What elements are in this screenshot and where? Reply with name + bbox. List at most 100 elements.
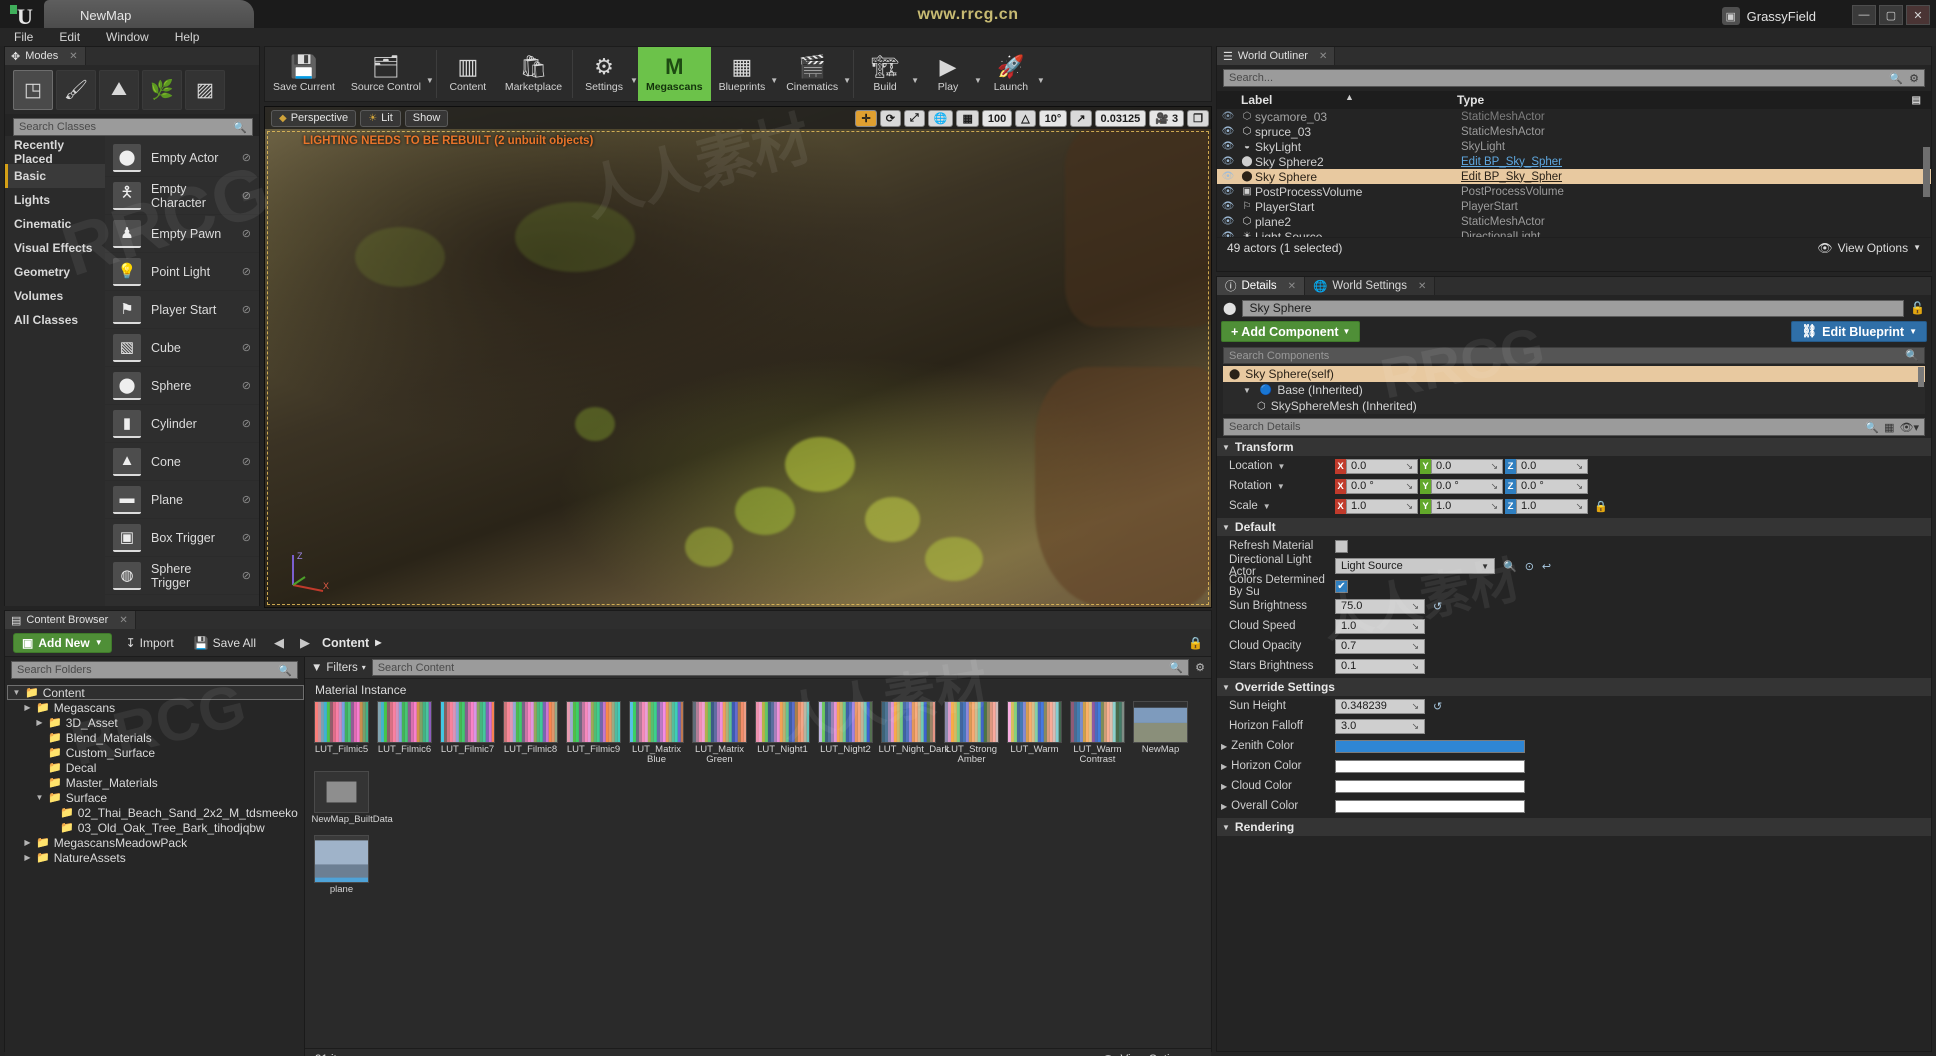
number-stars-brightness[interactable]: 0.1 ↘ bbox=[1335, 658, 1425, 674]
paint-mode-icon[interactable]: 🖌 bbox=[56, 70, 96, 110]
place-item-point-light[interactable]: 💡 Point Light ⊘ bbox=[105, 253, 259, 291]
close-icon[interactable]: ✕ bbox=[1288, 281, 1296, 292]
place-item-empty-character[interactable]: 🯅 Empty Character ⊘ bbox=[105, 177, 259, 215]
chevron-down-icon[interactable]: ▼ bbox=[911, 76, 919, 85]
place-item-empty-pawn[interactable]: ♟ Empty Pawn ⊘ bbox=[105, 215, 259, 253]
reset-value-icon[interactable]: ↘ bbox=[1405, 481, 1413, 492]
toolbar-content-button[interactable]: ▥ Content bbox=[439, 47, 497, 101]
asset-newmap-builtdata[interactable]: NewMap_BuiltData bbox=[312, 771, 393, 825]
save-all-button[interactable]: 💾 Save All bbox=[188, 636, 262, 650]
menu-item-window[interactable]: Window bbox=[102, 29, 153, 45]
place-item-player-start[interactable]: ⚑ Player Start ⊘ bbox=[105, 291, 259, 329]
category-volumes[interactable]: Volumes bbox=[5, 284, 105, 308]
info-icon[interactable]: ⊘ bbox=[242, 531, 251, 544]
chevron-down-icon[interactable]: ▼ bbox=[630, 76, 638, 85]
color-swatch-cloud-color[interactable] bbox=[1335, 779, 1525, 793]
reset-value-icon[interactable]: ↘ bbox=[1575, 481, 1583, 492]
column-filter-icon[interactable]: ▤ bbox=[1912, 95, 1921, 106]
add-component-button[interactable]: + Add Component ▼ bbox=[1221, 321, 1361, 342]
reset-value-icon[interactable]: ↘ bbox=[1405, 501, 1413, 512]
chevron-down-icon[interactable]: ▼ bbox=[770, 76, 778, 85]
category-lights[interactable]: Lights bbox=[5, 188, 105, 212]
section-default[interactable]: ▼ Default bbox=[1217, 518, 1931, 536]
chevron-down-icon[interactable]: ▼ bbox=[1277, 462, 1285, 471]
toolbar-marketplace-button[interactable]: 🛍 Marketplace bbox=[497, 47, 570, 101]
tab-content-browser[interactable]: ▤ Content Browser ✕ bbox=[5, 611, 136, 629]
visibility-eye-icon[interactable]: 👁 bbox=[1217, 186, 1239, 197]
chevron-down-icon[interactable]: ▼ bbox=[974, 76, 982, 85]
outliner-search-input[interactable]: Search... 🔍 ⚙ bbox=[1223, 69, 1925, 87]
axis-y-field[interactable]: Y 0.0 ° ↘ bbox=[1420, 478, 1503, 494]
clear-icon[interactable]: ↩ bbox=[1542, 560, 1551, 573]
color-swatch-horizon-color[interactable] bbox=[1335, 759, 1525, 773]
pick-icon[interactable]: ⊙ bbox=[1525, 560, 1534, 573]
maximize-viewport-icon[interactable]: ❐ bbox=[1187, 110, 1209, 127]
geometry-mode-icon[interactable]: ▨ bbox=[185, 70, 225, 110]
twisty-icon[interactable]: ▼ bbox=[12, 688, 21, 697]
asset-newmap[interactable]: NewMap bbox=[1132, 701, 1189, 765]
tab-world-settings[interactable]: 🌐 World Settings ✕ bbox=[1305, 277, 1436, 295]
folder-03-old-oak-tree-bark-tihodjqbw[interactable]: 📁 03_Old_Oak_Tree_Bark_tihodjqbw bbox=[7, 820, 304, 835]
axis-x-field[interactable]: X 1.0 ↘ bbox=[1335, 498, 1418, 514]
info-icon[interactable]: ⊘ bbox=[242, 493, 251, 506]
section-transform[interactable]: ▼ Transform bbox=[1217, 438, 1931, 456]
toolbar-source-control-button[interactable]: 🗂 Source Control bbox=[343, 47, 429, 101]
filters-button[interactable]: ▼ Filters ▾ bbox=[311, 662, 366, 674]
place-item-cube[interactable]: ▧ Cube ⊘ bbox=[105, 329, 259, 367]
settings-icon[interactable]: ⚙ bbox=[1195, 661, 1205, 674]
search-classes-input[interactable]: Search Classes 🔍 bbox=[13, 118, 253, 136]
checkbox-refresh-material[interactable] bbox=[1335, 539, 1348, 553]
folder-megascansmeadowpack[interactable]: ▶ 📁 MegascansMeadowPack bbox=[7, 835, 304, 850]
reset-value-icon[interactable]: ↘ bbox=[1411, 621, 1419, 632]
reset-value-icon[interactable]: ↘ bbox=[1490, 461, 1498, 472]
axis-y-field[interactable]: Y 1.0 ↘ bbox=[1420, 498, 1503, 514]
chevron-right-icon[interactable]: ▶ bbox=[1221, 762, 1227, 771]
visibility-eye-icon[interactable]: 👁 bbox=[1217, 111, 1239, 122]
category-basic[interactable]: Basic bbox=[5, 164, 105, 188]
outliner-row-sky-sphere[interactable]: 👁 ⬤ Sky Sphere Edit BP_Sky_Spher bbox=[1217, 169, 1931, 184]
reset-value-icon[interactable]: ↘ bbox=[1575, 501, 1583, 512]
outliner-row-type[interactable]: Edit BP_Sky_Spher bbox=[1461, 171, 1562, 183]
camera-speed-control[interactable]: 🎥 3 bbox=[1149, 110, 1185, 127]
reset-value-icon[interactable]: ↘ bbox=[1411, 661, 1419, 672]
column-header-label[interactable]: Label bbox=[1241, 93, 1272, 107]
reset-value-icon[interactable]: ↘ bbox=[1411, 701, 1419, 712]
reset-value-icon[interactable]: ↘ bbox=[1411, 721, 1419, 732]
revert-icon[interactable]: ↺ bbox=[1433, 700, 1442, 713]
info-icon[interactable]: ⊘ bbox=[242, 265, 251, 278]
search-components-input[interactable]: Search Components 🔍 bbox=[1223, 347, 1925, 364]
chevron-right-icon[interactable]: ▶ bbox=[1221, 802, 1227, 811]
place-item-cylinder[interactable]: ▮ Cylinder ⊘ bbox=[105, 405, 259, 443]
asset-plane[interactable]: plane bbox=[313, 835, 370, 895]
edit-blueprint-button[interactable]: ⛓ Edit Blueprint ▼ bbox=[1791, 321, 1927, 342]
checkbox-colors-determined-by-su[interactable]: ✔ bbox=[1335, 579, 1348, 593]
visibility-eye-icon[interactable]: 👁 bbox=[1217, 216, 1239, 227]
close-button[interactable]: ✕ bbox=[1906, 5, 1930, 25]
toolbar-settings-button[interactable]: ⚙ Settings bbox=[575, 47, 633, 101]
chevron-down-icon[interactable]: ▼ bbox=[426, 76, 434, 85]
lock-icon[interactable]: 🔒 bbox=[1188, 636, 1203, 650]
asset-lut-filmic5[interactable]: LUT_Filmic5 bbox=[313, 701, 370, 765]
color-swatch-zenith-color[interactable] bbox=[1335, 739, 1525, 753]
asset-lut-filmic6[interactable]: LUT_Filmic6 bbox=[376, 701, 433, 765]
number-cloud-opacity[interactable]: 0.7 ↘ bbox=[1335, 638, 1425, 654]
number-sun-brightness[interactable]: 75.0 ↘ bbox=[1335, 598, 1425, 614]
close-icon[interactable]: ✕ bbox=[1418, 281, 1426, 292]
folder-02-thai-beach-sand-2x2-m-tdsmeeko[interactable]: 📁 02_Thai_Beach_Sand_2x2_M_tdsmeeko bbox=[7, 805, 304, 820]
maximize-button[interactable]: ▢ bbox=[1879, 5, 1903, 25]
tab-details[interactable]: ⓘ Details ✕ bbox=[1217, 277, 1306, 295]
asset-lut-filmic7[interactable]: LUT_Filmic7 bbox=[439, 701, 496, 765]
folder-decal[interactable]: 📁 Decal bbox=[7, 760, 304, 775]
angle-snap-value[interactable]: 10° bbox=[1038, 110, 1068, 127]
axis-y-input[interactable]: 0.0 ° ↘ bbox=[1431, 478, 1503, 494]
revert-icon[interactable]: ↺ bbox=[1433, 600, 1442, 613]
twisty-icon[interactable]: ▶ bbox=[35, 718, 44, 727]
viewport-lit-button[interactable]: ☀ Lit bbox=[360, 109, 401, 127]
chevron-down-icon[interactable]: ▼ bbox=[1263, 502, 1271, 511]
axis-x-field[interactable]: X 0.0 ° ↘ bbox=[1335, 478, 1418, 494]
reset-value-icon[interactable]: ↘ bbox=[1575, 461, 1583, 472]
asset-lut-night2[interactable]: LUT_Night2 bbox=[817, 701, 874, 765]
reset-value-icon[interactable]: ↘ bbox=[1411, 641, 1419, 652]
menu-item-edit[interactable]: Edit bbox=[55, 29, 84, 45]
folder-custom-surface[interactable]: 📁 Custom_Surface bbox=[7, 745, 304, 760]
